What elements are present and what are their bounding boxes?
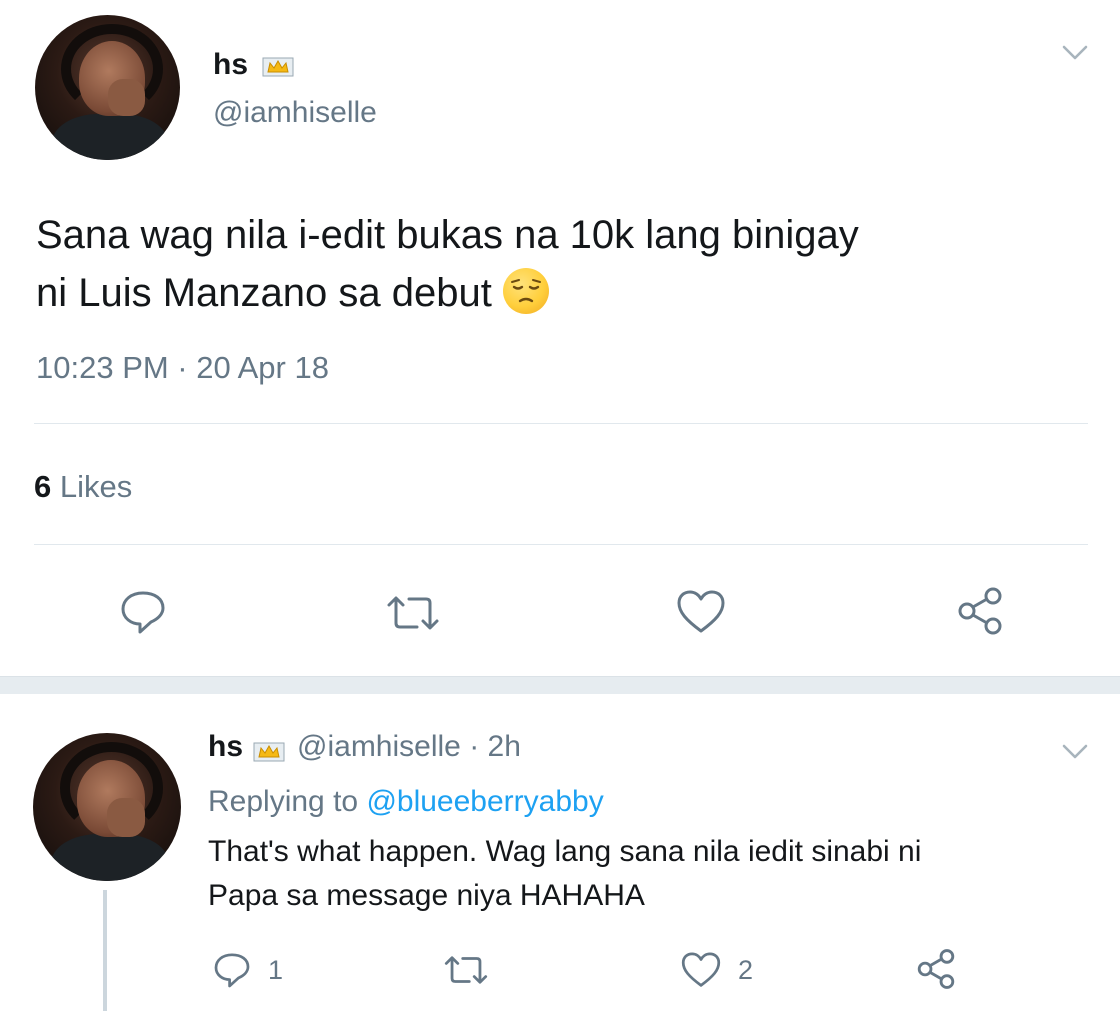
tweet-text: Sana wag nila i-edit bukas na 10k lang b…	[36, 206, 1086, 322]
main-tweet: hs @iamhiselle Sana wag nila i-edit buka…	[0, 0, 1120, 676]
reply-header: hs @iamhiselle · 2h	[208, 730, 521, 764]
reply-text-line: That's what happen. Wag lang sana nila i…	[208, 835, 922, 868]
likes-count: 6	[34, 469, 52, 504]
likes-label: Likes	[59, 469, 133, 504]
replying-to: Replying to @blueeberryabby	[208, 785, 604, 819]
crown-emoji-icon	[262, 55, 294, 77]
display-name[interactable]: hs	[213, 48, 248, 82]
share-icon	[915, 948, 957, 990]
replying-to-label: Replying to	[208, 785, 359, 818]
mention-link[interactable]: @blueeberryabby	[366, 785, 603, 818]
reply-button[interactable]	[118, 588, 168, 636]
likes-summary[interactable]: 6 Likes	[34, 469, 132, 505]
tweet-text-line: Sana wag nila i-edit bukas na 10k lang b…	[36, 213, 859, 257]
like-button[interactable]: 2	[680, 950, 753, 990]
crown-emoji-icon	[253, 736, 285, 762]
reply-button[interactable]: 1	[212, 950, 283, 990]
avatar-hand	[107, 78, 146, 117]
tweet-text-line: ni Luis Manzano sa debut	[36, 271, 492, 315]
tweet-detail-page: hs @iamhiselle Sana wag nila i-edit buka…	[0, 0, 1120, 1011]
user-handle[interactable]: @iamhiselle	[213, 96, 377, 130]
pensive-face-emoji-icon	[502, 268, 549, 314]
reply-count: 1	[268, 954, 284, 985]
like-count: 2	[738, 954, 754, 985]
share-button[interactable]	[955, 586, 1005, 636]
avatar-hand	[107, 798, 146, 837]
share-icon	[955, 586, 1005, 636]
thread-line	[103, 890, 107, 1011]
section-separator	[0, 676, 1120, 694]
retweet-icon	[385, 593, 441, 633]
reply-icon	[212, 950, 252, 990]
reply-text-line: Papa sa message niya HAHAHA	[208, 879, 645, 912]
tweet-text-line-with-emoji: ni Luis Manzano sa debut	[36, 264, 1086, 322]
tweet-timestamp[interactable]: 10:23 PM · 20 Apr 18	[36, 350, 329, 386]
reply-text: That's what happen. Wag lang sana nila i…	[208, 830, 1088, 918]
avatar[interactable]	[33, 733, 181, 881]
avatar-shirt	[52, 113, 169, 160]
like-icon	[675, 588, 727, 636]
avatar[interactable]	[35, 15, 180, 160]
chevron-down-icon[interactable]	[1062, 44, 1088, 66]
retweet-icon	[443, 953, 489, 987]
divider	[34, 544, 1088, 545]
like-icon	[680, 950, 722, 990]
like-button[interactable]	[675, 588, 727, 636]
display-name[interactable]: hs	[208, 730, 243, 764]
retweet-button[interactable]	[385, 593, 441, 633]
retweet-button[interactable]	[443, 953, 489, 987]
divider	[34, 423, 1088, 424]
chevron-down-icon[interactable]	[1062, 743, 1088, 765]
share-button[interactable]	[915, 948, 957, 990]
avatar-shirt	[50, 833, 170, 881]
reply-icon	[118, 588, 168, 636]
user-handle-and-time[interactable]: @iamhiselle · 2h	[297, 730, 521, 764]
